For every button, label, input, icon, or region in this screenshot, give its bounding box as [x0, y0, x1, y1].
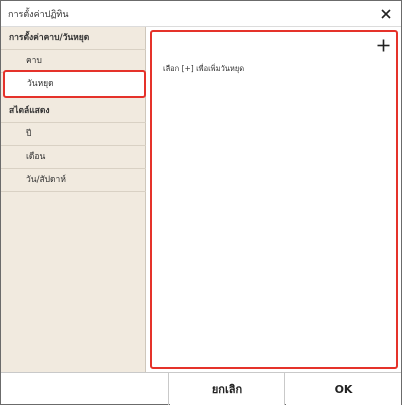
add-holiday-button[interactable] — [374, 36, 392, 54]
calendar-settings-dialog: การตั้งค่าปฏิทิน การตั้งค่าคาบ/วันหยุด ค… — [0, 0, 402, 405]
settings-sidebar: การตั้งค่าคาบ/วันหยุด คาบ วันหยุด สไตล์แ… — [1, 27, 146, 372]
sidebar-item-holiday[interactable]: วันหยุด — [3, 70, 146, 98]
window-title: การตั้งค่าปฏิทิน — [8, 10, 69, 20]
sidebar-section-display-style: สไตล์แสดง — [1, 100, 146, 123]
close-icon — [381, 9, 391, 19]
sidebar-item-month[interactable]: เดือน — [1, 146, 146, 169]
footer-spacer — [1, 373, 169, 405]
sidebar-item-year[interactable]: ปี — [1, 123, 146, 146]
dialog-footer: ยกเลิก OK — [1, 372, 401, 405]
add-holiday-hint: เลือก [+] เพื่อเพิ่มวันหยุด — [163, 64, 245, 73]
cancel-button[interactable]: ยกเลิก — [170, 373, 285, 405]
close-button[interactable] — [375, 3, 397, 25]
sidebar-item-day-week[interactable]: วัน/สัปดาห์ — [1, 169, 146, 192]
plus-icon — [377, 39, 389, 51]
title-bar: การตั้งค่าปฏิทิน — [1, 1, 401, 27]
sidebar-section-period-holiday: การตั้งค่าคาบ/วันหยุด — [1, 27, 146, 50]
ok-button[interactable]: OK — [286, 373, 401, 405]
holiday-panel: เลือก [+] เพื่อเพิ่มวันหยุด — [150, 30, 398, 369]
